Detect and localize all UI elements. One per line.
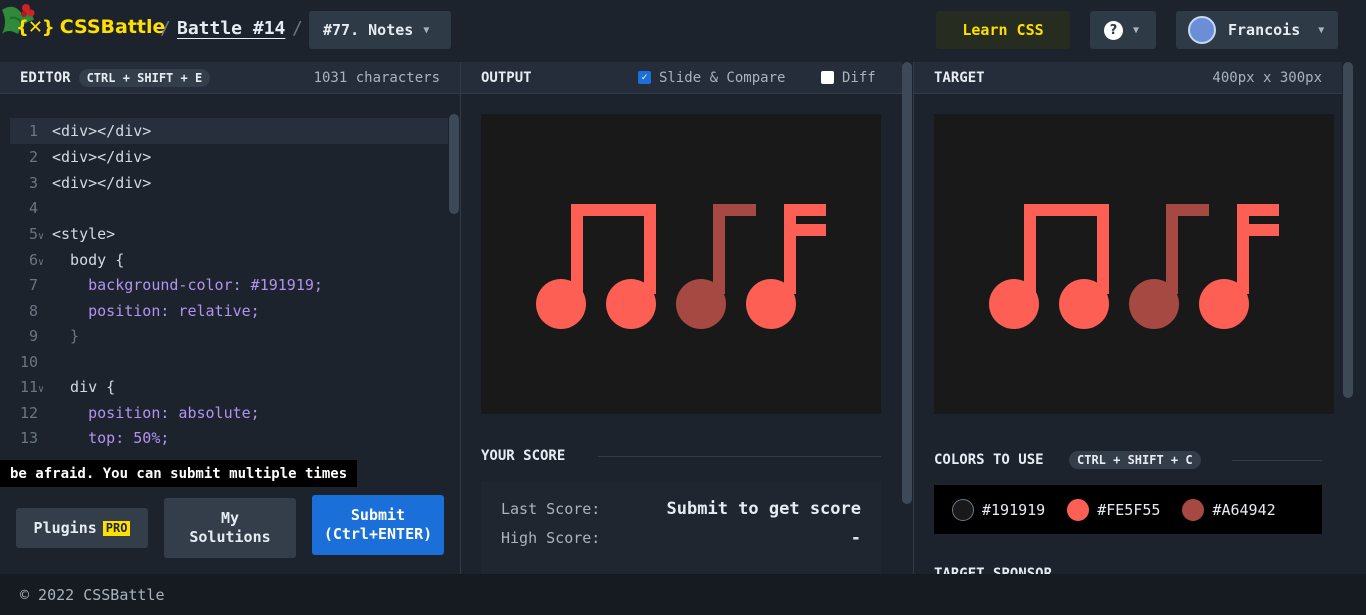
- color-code: #FE5F55: [1097, 500, 1161, 519]
- output-notes-drawing: [536, 204, 826, 329]
- your-score-title: YOUR SCORE: [481, 448, 566, 464]
- color-dot: [1067, 498, 1090, 521]
- brand-name: CSSBattle: [59, 16, 166, 38]
- colors-shortcut-badge: CTRL + SHIFT + C: [1069, 451, 1201, 469]
- target-header: TARGET 400px x 300px: [914, 62, 1342, 94]
- pro-badge: PRO: [102, 520, 131, 536]
- chevron-down-icon: ▼: [1133, 24, 1140, 36]
- target-select-dropdown[interactable]: #77. Notes ▼: [309, 11, 451, 49]
- breadcrumb-separator: /: [292, 18, 303, 39]
- code-line[interactable]: 12 position: absolute;: [10, 400, 448, 426]
- breadcrumb-separator: /: [160, 18, 171, 39]
- editor-scrollbar[interactable]: [449, 114, 459, 214]
- target-select-label: #77. Notes: [323, 21, 414, 39]
- submit-tooltip: be afraid. You can submit multiple times: [0, 460, 358, 487]
- footer: © 2022 CSSBattle: [0, 574, 1366, 615]
- avatar: [1188, 16, 1216, 44]
- section-divider: [598, 456, 881, 457]
- my-solutions-label: Solutions: [189, 528, 271, 546]
- slide-compare-label: Slide & Compare: [659, 69, 786, 86]
- slide-compare-toggle[interactable]: ✓ Slide & Compare: [638, 70, 785, 86]
- section-divider: [1232, 460, 1322, 461]
- code-line[interactable]: 6∨ body {: [10, 247, 448, 273]
- user-name: Francois: [1228, 21, 1301, 39]
- character-count: 1031 characters: [313, 69, 440, 86]
- submit-label: Submit: [350, 506, 406, 524]
- panel-divider: [913, 62, 914, 574]
- checkbox-unchecked-icon[interactable]: [821, 71, 834, 84]
- diff-label: Diff: [842, 69, 876, 86]
- editor-shortcut-badge: CTRL + SHIFT + E: [78, 68, 211, 87]
- plugins-label: Plugins: [33, 518, 97, 537]
- user-menu-dropdown[interactable]: Francois ▼: [1176, 11, 1338, 49]
- code-line[interactable]: 10: [10, 349, 448, 375]
- color-swatch[interactable]: #A64942: [1182, 498, 1276, 521]
- code-line[interactable]: 11∨ div {: [10, 374, 448, 400]
- code-line[interactable]: 2 <div></div>: [10, 144, 448, 170]
- color-code: #191919: [982, 500, 1046, 519]
- chevron-down-icon: ▼: [423, 24, 430, 36]
- output-title: OUTPUT: [481, 69, 532, 86]
- submit-shortcut-label: (Ctrl+ENTER): [323, 525, 433, 543]
- target-canvas: [934, 114, 1334, 414]
- target-size: 400px x 300px: [1212, 69, 1322, 86]
- color-palette: #191919 #FE5F55 #A64942: [934, 485, 1322, 534]
- brand-logo[interactable]: {✕} CSSBattle: [16, 16, 165, 38]
- last-score-value: Submit to get score: [666, 499, 861, 519]
- color-swatch[interactable]: #191919: [952, 498, 1046, 521]
- plugins-button[interactable]: Plugins PRO: [16, 508, 148, 548]
- my-solutions-label: My: [220, 509, 240, 527]
- code-line[interactable]: 4: [10, 195, 448, 221]
- panel-divider: [460, 62, 461, 574]
- editor-title: EDITOR: [20, 69, 71, 86]
- high-score-label: High Score:: [501, 529, 601, 547]
- code-line[interactable]: 1 <div></div>: [10, 118, 448, 144]
- output-canvas[interactable]: [481, 114, 881, 414]
- color-swatch[interactable]: #FE5F55: [1067, 498, 1161, 521]
- diff-toggle[interactable]: Diff: [821, 70, 876, 86]
- my-solutions-button[interactable]: My Solutions: [164, 498, 296, 558]
- copyright-text: © 2022 CSSBattle: [20, 585, 165, 604]
- colors-title: COLORS TO USE: [934, 452, 1044, 468]
- output-scrollbar[interactable]: [902, 62, 912, 504]
- code-line[interactable]: 13 top: 50%;: [10, 425, 448, 451]
- code-line[interactable]: 9 }: [10, 323, 448, 349]
- help-icon: ?: [1104, 20, 1123, 40]
- checkbox-checked-icon[interactable]: ✓: [638, 71, 651, 84]
- output-header: OUTPUT ✓ Slide & Compare Diff: [461, 62, 902, 94]
- target-scrollbar[interactable]: [1343, 62, 1353, 398]
- color-dot: [1182, 498, 1205, 521]
- color-dot: [952, 498, 974, 521]
- code-line[interactable]: 7 background-color: #191919;: [10, 272, 448, 298]
- target-sponsor-title: TARGET SPONSOR: [934, 566, 1053, 574]
- editor-header: EDITOR CTRL + SHIFT + E 1031 characters: [0, 62, 460, 94]
- chevron-down-icon: ▼: [1318, 24, 1325, 36]
- help-dropdown[interactable]: ? ▼: [1090, 11, 1156, 49]
- learn-css-button[interactable]: Learn CSS: [936, 11, 1070, 49]
- top-header: {✕} CSSBattle / Battle #14 / #77. Notes …: [0, 0, 1366, 62]
- brand-mark-icon: {✕}: [16, 16, 55, 38]
- submit-button[interactable]: Submit (Ctrl+ENTER): [312, 495, 444, 555]
- score-box: Last Score: Submit to get score High Sco…: [481, 482, 881, 574]
- high-score-value: -: [850, 528, 861, 548]
- target-title: TARGET: [934, 69, 985, 86]
- code-line[interactable]: 5∨ <style>: [10, 221, 448, 247]
- last-score-label: Last Score:: [501, 500, 601, 518]
- target-notes-image: [989, 204, 1279, 329]
- breadcrumb-battle-link[interactable]: Battle #14: [177, 18, 285, 39]
- code-line[interactable]: 8 position: relative;: [10, 298, 448, 324]
- color-code: #A64942: [1212, 500, 1276, 519]
- code-line[interactable]: 3 <div></div>: [10, 170, 448, 196]
